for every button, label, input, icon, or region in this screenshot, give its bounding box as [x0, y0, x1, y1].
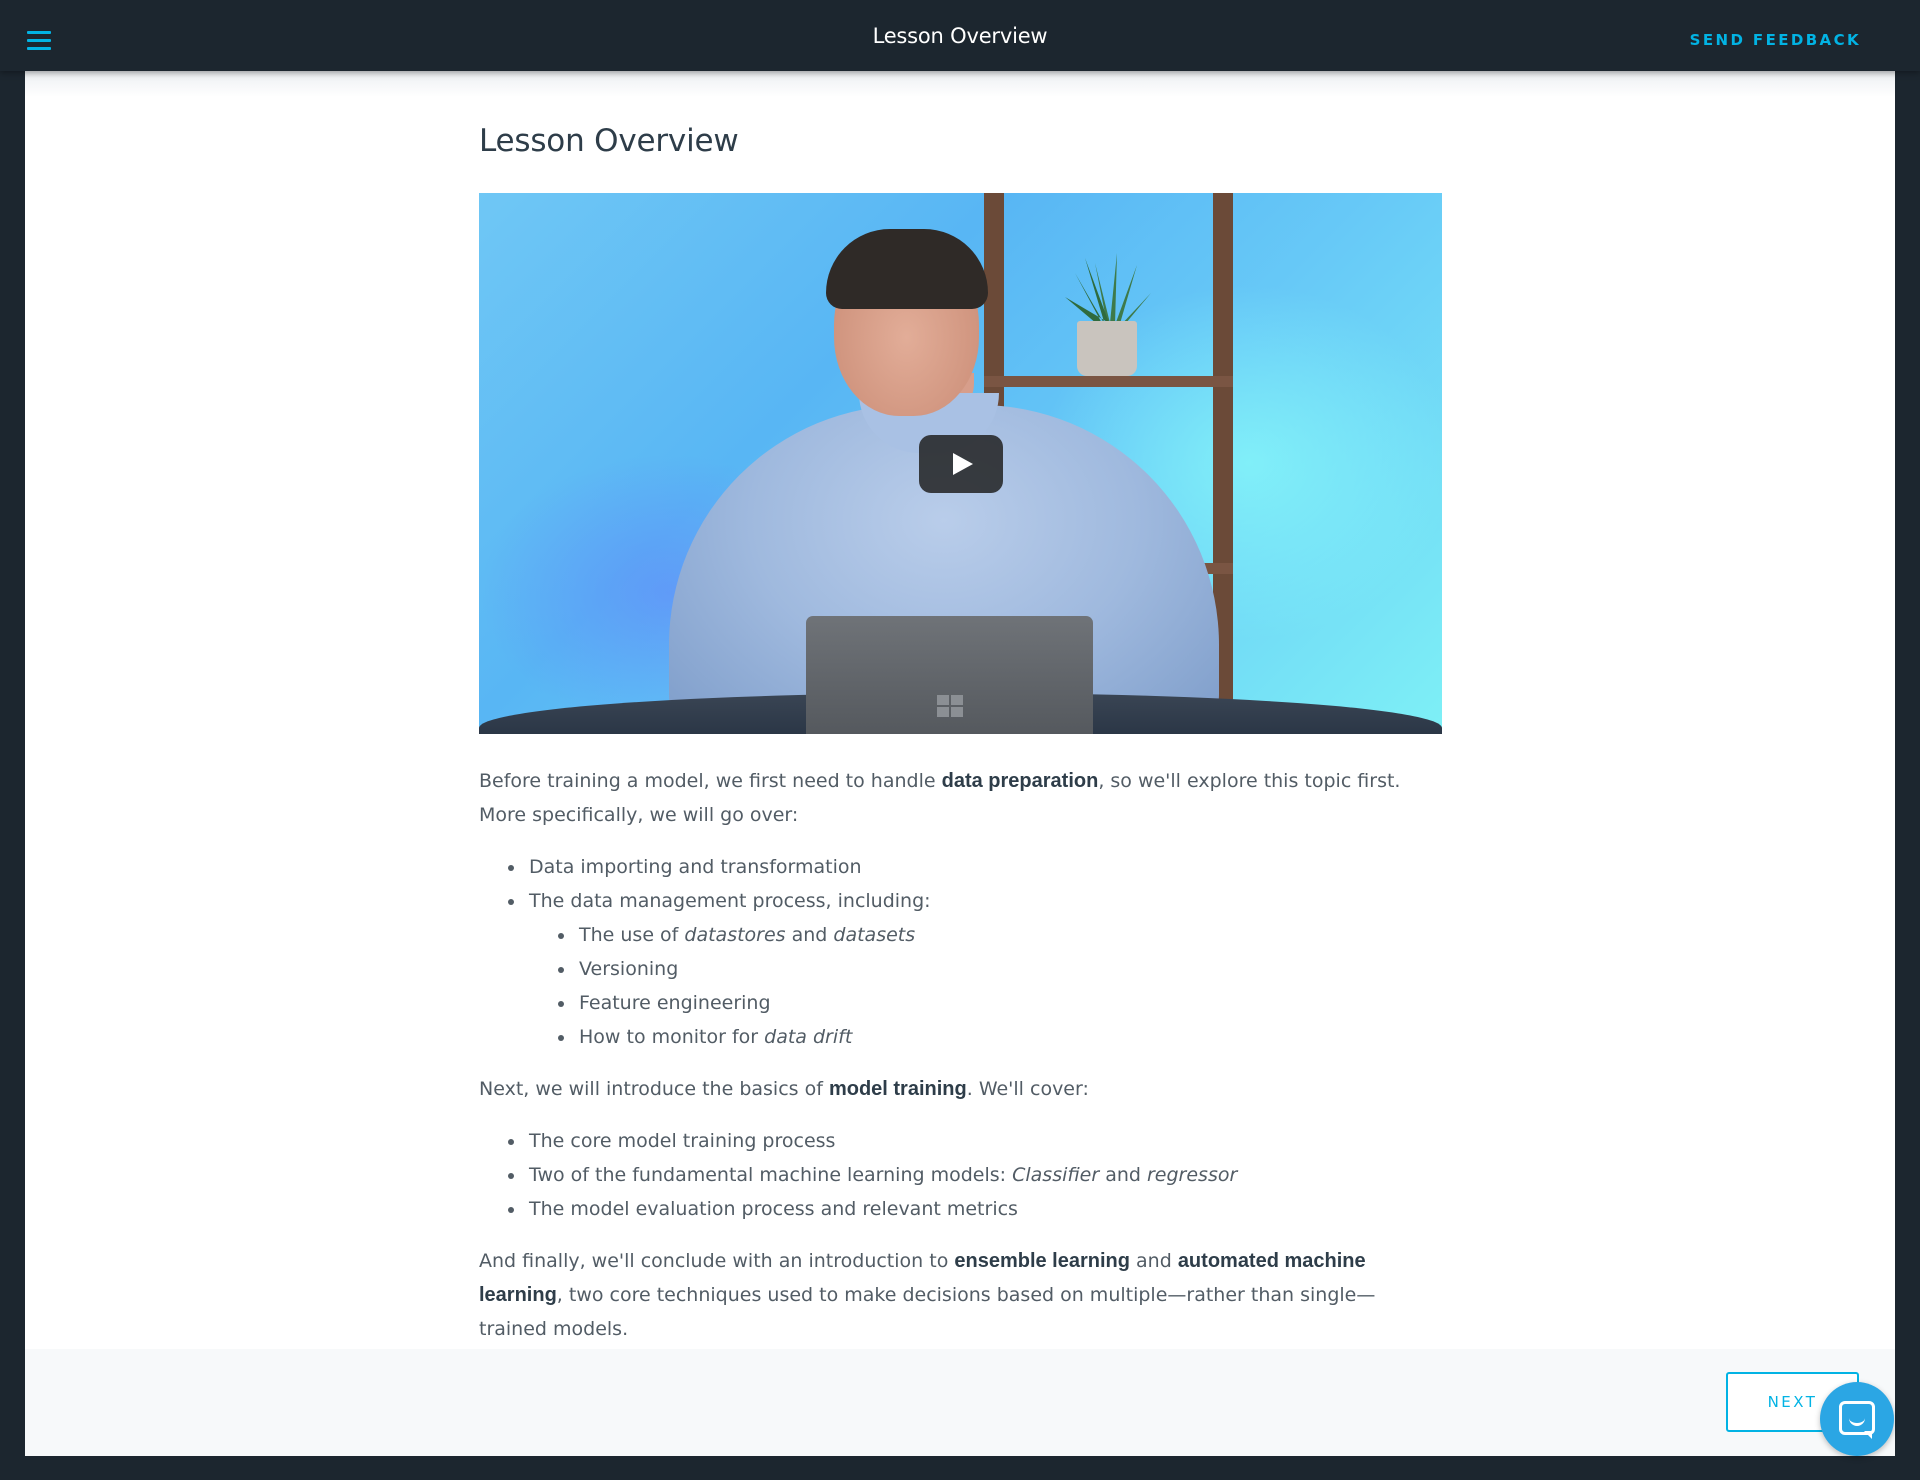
plant-pot — [1077, 321, 1137, 376]
list-item: Two of the fundamental machine learning … — [508, 1158, 1442, 1192]
lesson-footer — [25, 1349, 1895, 1456]
list-item: The use of datastores and datasets — [558, 918, 1442, 952]
model-training-paragraph: Next, we will introduce the basics of mo… — [479, 1078, 1089, 1100]
list-item: Data importing and transformation — [508, 850, 1442, 884]
page-title: Lesson Overview — [479, 123, 739, 159]
plant-image — [1065, 253, 1151, 329]
list-item: The core model training process — [508, 1124, 1442, 1158]
list-item: How to monitor for data drift — [558, 1020, 1442, 1054]
conclusion-paragraph: And finally, we'll conclude with an intr… — [479, 1250, 1376, 1340]
model-training-list: The core model training process Two of t… — [479, 1124, 1442, 1226]
lesson-body: Before training a model, we first need t… — [479, 764, 1442, 1346]
send-feedback-link[interactable]: SEND FEEDBACK — [1690, 31, 1861, 49]
data-prep-list: Data importing and transformation The da… — [479, 850, 1442, 1054]
data-management-sublist: The use of datastores and datasets Versi… — [529, 918, 1442, 1054]
intro-paragraph: Before training a model, we first need t… — [479, 770, 1401, 826]
list-item: The data management process, including: … — [508, 884, 1442, 1054]
list-item: Feature engineering — [558, 986, 1442, 1020]
play-icon — [953, 453, 973, 475]
video-player[interactable] — [479, 193, 1442, 734]
list-item: Versioning — [558, 952, 1442, 986]
windows-logo-icon — [937, 695, 965, 717]
chat-button[interactable] — [1820, 1382, 1894, 1456]
play-button[interactable] — [919, 435, 1003, 493]
chat-bubble-icon — [1839, 1401, 1875, 1435]
top-navigation-bar: Lesson Overview SEND FEEDBACK — [0, 0, 1920, 71]
list-item: The model evaluation process and relevan… — [508, 1192, 1442, 1226]
lesson-panel: Lesson Overview Before training a model,… — [25, 71, 1895, 1456]
top-bar-title: Lesson Overview — [872, 24, 1048, 48]
lesson-content: Lesson Overview Before training a model,… — [479, 123, 1442, 1346]
